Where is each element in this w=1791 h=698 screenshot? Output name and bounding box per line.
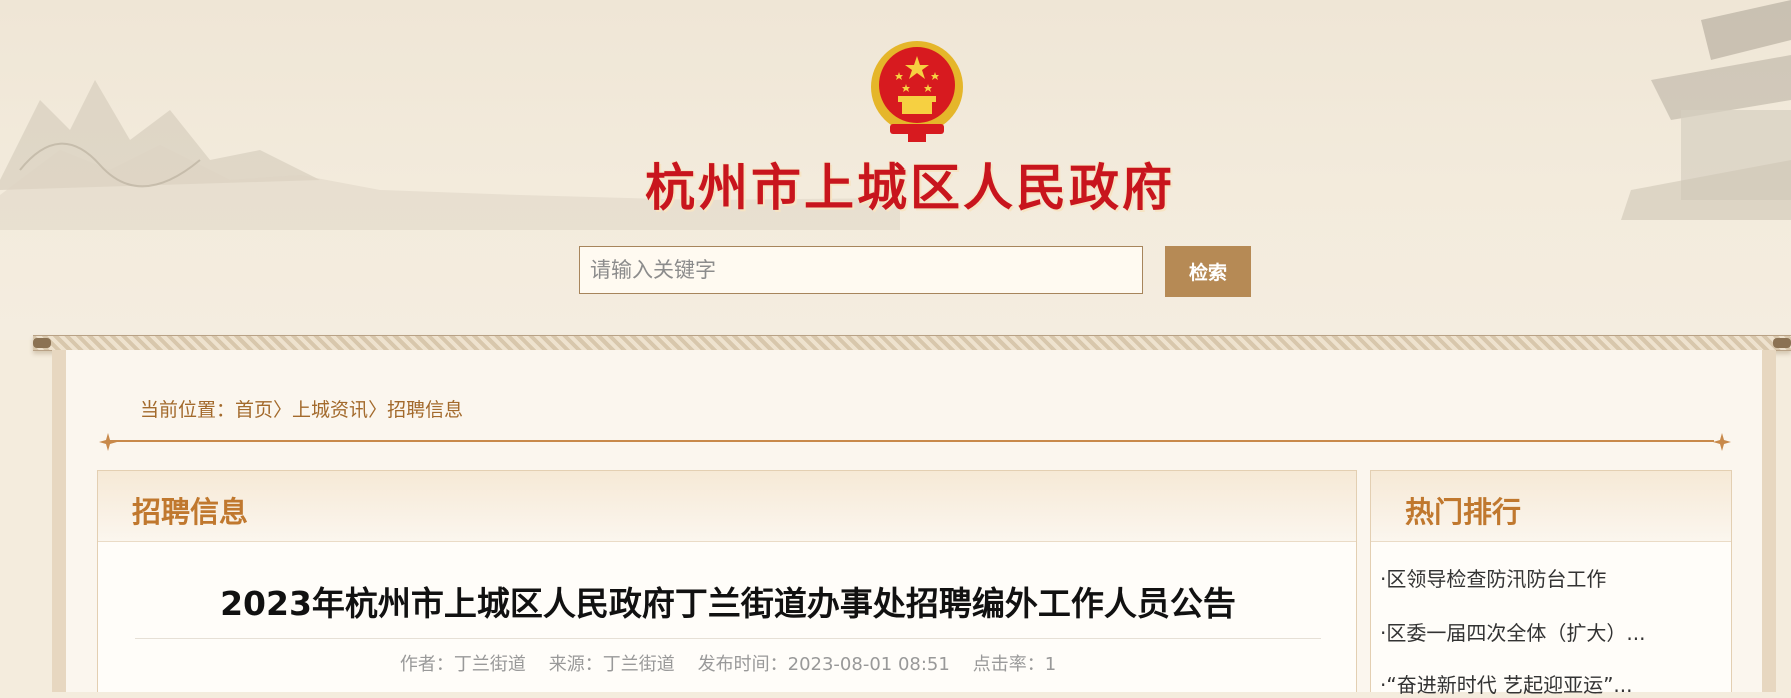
main-panel: 招聘信息 2023年杭州市上城区人民政府丁兰街道办事处招聘编外工作人员公告 作者… (97, 470, 1357, 692)
hot-ranking-item[interactable]: ·区委一届四次全体（扩大）... (1380, 617, 1725, 646)
main-panel-header (98, 471, 1356, 542)
breadcrumb-separator: 〉 (273, 399, 293, 421)
scroll-rod-cap-right (1773, 338, 1791, 348)
divider-line (108, 440, 1714, 442)
hot-ranking-panel: 热门排行 ·区领导检查防汛防台工作 ·区委一届四次全体（扩大）... ·“奋进新… (1370, 470, 1732, 697)
scroll-rod-cap-left (33, 338, 51, 348)
ornament-icon (99, 433, 117, 451)
breadcrumb-prefix: 当前位置： (140, 399, 236, 421)
hot-ranking-item[interactable]: ·区领导检查防汛防台工作 (1380, 563, 1725, 592)
site-title: 杭州市上城区人民政府 (645, 158, 1175, 217)
pagoda-painting (1621, 0, 1791, 220)
breadcrumb-separator: 〉 (368, 399, 388, 421)
breadcrumb: 当前位置：首页〉上城资讯〉招聘信息 (140, 395, 463, 422)
article-title: 2023年杭州市上城区人民政府丁兰街道办事处招聘编外工作人员公告 (220, 584, 1236, 623)
national-emblem-icon (871, 41, 963, 142)
ornament-icon (1713, 433, 1731, 451)
section-title: 招聘信息 (132, 495, 249, 529)
breadcrumb-news-link[interactable]: 上城资讯 (292, 399, 368, 421)
hot-ranking-title: 热门排行 (1405, 495, 1522, 529)
breadcrumb-current: 招聘信息 (387, 399, 464, 421)
site-header: 杭州市上城区人民政府 检索 (0, 0, 1791, 340)
scroll-rod (33, 335, 1791, 351)
hot-ranking-item[interactable]: ·“奋进新时代 艺起迎亚运”... (1380, 669, 1725, 698)
search-input[interactable] (579, 246, 1143, 294)
search-button[interactable]: 检索 (1165, 246, 1251, 297)
breadcrumb-home-link[interactable]: 首页 (235, 399, 273, 421)
article-meta: 作者：丁兰街道 来源：丁兰街道 发布时间：2023-08-01 08:51 点击… (399, 654, 1057, 675)
article-divider (135, 638, 1321, 639)
